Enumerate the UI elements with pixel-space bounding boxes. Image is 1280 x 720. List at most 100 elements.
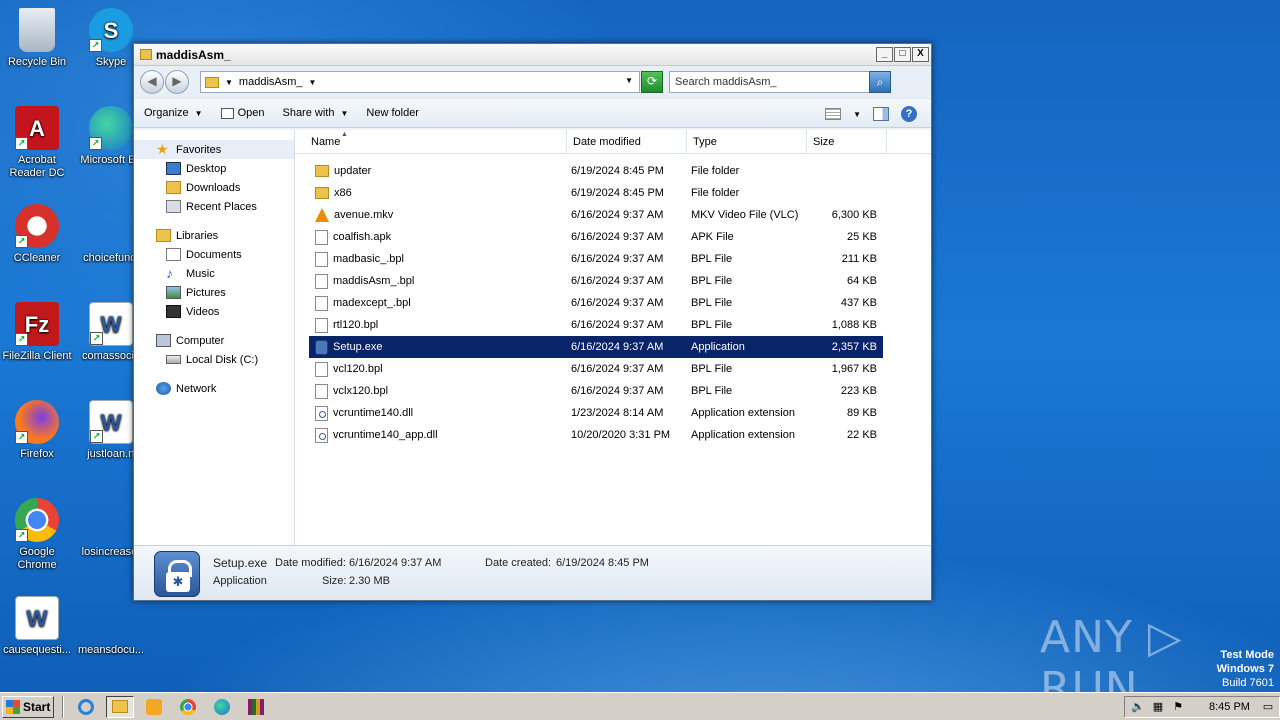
file-name: vcruntime140_app.dll	[333, 429, 438, 441]
column-header-size[interactable]: Size	[807, 130, 887, 153]
breadcrumb-arrow-icon[interactable]: ▼	[309, 78, 317, 87]
taskbar-media-player[interactable]	[140, 696, 168, 718]
taskbar-chrome[interactable]	[174, 696, 202, 718]
chevron-down-icon: ▼	[194, 108, 203, 118]
show-desktop-icon[interactable]: ▭	[1261, 700, 1275, 714]
open-button[interactable]: Open	[220, 107, 264, 119]
desktop-icon-firefox[interactable]: ↗ Firefox	[0, 400, 74, 461]
file-row[interactable]: x86 6/19/2024 8:45 PM File folder	[309, 182, 883, 204]
desktop-icon-meansdocu[interactable]: meansdocu...	[74, 596, 148, 657]
file-row[interactable]: coalfish.apk 6/16/2024 9:37 AM APK File 25 …	[309, 226, 883, 248]
forward-button[interactable]: ▶	[165, 70, 189, 94]
address-dropdown-icon[interactable]: ▼	[625, 76, 633, 85]
file-name-cell: maddisAsm_.bpl	[309, 273, 571, 289]
file-name: maddisAsm_.bpl	[333, 275, 415, 287]
file-row[interactable]: vclx120.bpl 6/16/2024 9:37 AM BPL File 223 …	[309, 380, 883, 402]
desktop-icon-chrome[interactable]: ↗ Google Chrome	[0, 498, 74, 572]
nav-libraries-label: Libraries	[176, 229, 219, 242]
file-size: 6,300 KB	[831, 209, 877, 221]
file-name: Setup.exe	[333, 341, 383, 353]
desktop-icon-acrobat[interactable]: A ↗ Acrobat Reader DC	[0, 106, 74, 180]
help-icon[interactable]: ?	[901, 106, 917, 122]
desktop-icon-recycle-bin[interactable]: Recycle Bin	[0, 8, 74, 69]
close-button[interactable]: X	[912, 47, 929, 62]
column-header-type[interactable]: Type	[687, 130, 807, 153]
taskbar-winrar[interactable]	[242, 696, 270, 718]
shortcut-arrow-icon: ↗	[15, 333, 28, 346]
desktop-icon-causequesti[interactable]: W causequesti...	[0, 596, 74, 657]
minimize-button[interactable]: _	[876, 47, 893, 62]
new-folder-button[interactable]: New folder	[366, 107, 419, 119]
address-bar[interactable]: ▼ maddisAsm_ ▼ ▼	[200, 71, 640, 93]
file-type: BPL File	[691, 275, 733, 287]
nav-network[interactable]: Network	[134, 379, 294, 398]
breadcrumb-arrow-icon[interactable]: ▼	[225, 78, 233, 87]
nav-desktop[interactable]: Desktop	[134, 159, 294, 178]
volume-icon[interactable]: 🔈	[1131, 700, 1145, 714]
file-row[interactable]: vcruntime140_app.dll 10/20/2020 3:31 PM Ap…	[309, 424, 883, 446]
shortcut-arrow-icon: ↗	[89, 137, 102, 150]
file-row[interactable]: Setup.exe 6/16/2024 9:37 AM Application 2,3…	[309, 336, 883, 358]
nav-recent-places[interactable]: Recent Places	[134, 197, 294, 216]
file-row[interactable]: updater 6/19/2024 8:45 PM File folder	[309, 160, 883, 182]
file-date: 6/16/2024 9:37 AM	[571, 275, 664, 287]
desktop-icon-ccleaner[interactable]: ↗ CCleaner	[0, 204, 74, 265]
recycle-bin-icon	[19, 8, 55, 52]
file-row[interactable]: madexcept_.bpl 6/16/2024 9:37 AM BPL File 4…	[309, 292, 883, 314]
clock[interactable]: 8:45 PM	[1209, 701, 1250, 713]
desktop-icon-filezilla[interactable]: Fz ↗ FileZilla Client	[0, 302, 74, 363]
column-header-name[interactable]: ▲ Name	[295, 130, 567, 153]
back-button[interactable]: ◀	[140, 70, 164, 94]
file-name-cell: updater	[309, 165, 571, 177]
window-title: maddisAsm_	[156, 47, 231, 62]
taskbar-explorer[interactable]	[106, 695, 134, 718]
search-placeholder: Search maddisAsm_	[675, 76, 777, 88]
file-size: 437 KB	[840, 297, 877, 309]
file-row[interactable]: rtl120.bpl 6/16/2024 9:37 AM BPL File 1,088…	[309, 314, 883, 336]
refresh-button[interactable]: ⟳	[641, 71, 663, 93]
nav-downloads-label: Downloads	[186, 181, 241, 194]
libraries-icon	[156, 229, 171, 242]
file-row[interactable]: vcl120.bpl 6/16/2024 9:37 AM BPL File 1,967…	[309, 358, 883, 380]
dll-icon	[315, 405, 328, 421]
nav-music[interactable]: ♪ Music	[134, 264, 294, 283]
organize-button[interactable]: Organize ▼	[144, 107, 203, 119]
file-name: rtl120.bpl	[333, 319, 379, 331]
file-type: BPL File	[691, 253, 733, 265]
file-size: 1,967 KB	[831, 363, 877, 375]
start-button[interactable]: Start	[2, 695, 54, 718]
network-tray-icon[interactable]: ▦	[1151, 700, 1165, 714]
chevron-down-icon[interactable]: ▼	[853, 110, 861, 119]
file-row[interactable]: vcruntime140.dll 1/23/2024 8:14 AM Applica…	[309, 402, 883, 424]
nav-downloads[interactable]: Downloads	[134, 178, 294, 197]
details-size-label: Size:	[322, 575, 347, 587]
taskbar-ie[interactable]	[72, 696, 100, 718]
change-view-icon[interactable]	[825, 108, 842, 120]
file-row[interactable]: maddisAsm_.bpl 6/16/2024 9:37 AM BPL File 6…	[309, 270, 883, 292]
search-icon[interactable]: ⌕	[869, 71, 891, 93]
action-center-flag-icon[interactable]: ⚑	[1171, 700, 1185, 714]
nav-videos[interactable]: Videos	[134, 302, 294, 321]
nav-pictures[interactable]: Pictures	[134, 283, 294, 302]
breadcrumb-path[interactable]: maddisAsm_	[239, 76, 303, 88]
nav-documents[interactable]: Documents	[134, 245, 294, 264]
taskbar-edge[interactable]	[208, 696, 236, 718]
preview-pane-icon[interactable]	[873, 107, 889, 121]
file-date: 6/16/2024 9:37 AM	[571, 363, 664, 375]
file-row[interactable]: avenue.mkv 6/16/2024 9:37 AM MKV Video Fil…	[309, 204, 883, 226]
details-created-value: 6/19/2024 8:45 PM	[556, 557, 649, 569]
file-row[interactable]: madbasic_.bpl 6/16/2024 9:37 AM BPL File 21…	[309, 248, 883, 270]
maximize-button[interactable]: □	[894, 47, 911, 62]
word-doc-icon: W ↗	[89, 302, 133, 346]
nav-favorites[interactable]: ★ Favorites	[134, 140, 294, 159]
nav-local-disk[interactable]: Local Disk (C:)	[134, 350, 294, 369]
desktop-icon-label: Google Chrome	[17, 546, 57, 571]
nav-libraries[interactable]: Libraries	[134, 226, 294, 245]
file-name: vclx120.bpl	[333, 385, 389, 397]
search-input[interactable]: Search maddisAsm_ ⌕	[669, 71, 891, 93]
column-header-date[interactable]: Date modified	[567, 130, 687, 153]
share-with-button[interactable]: Share with ▼	[282, 107, 348, 119]
title-bar[interactable]: maddisAsm_ _ □ X	[134, 44, 931, 66]
blank-file-icon	[89, 596, 133, 640]
nav-computer[interactable]: Computer	[134, 331, 294, 350]
